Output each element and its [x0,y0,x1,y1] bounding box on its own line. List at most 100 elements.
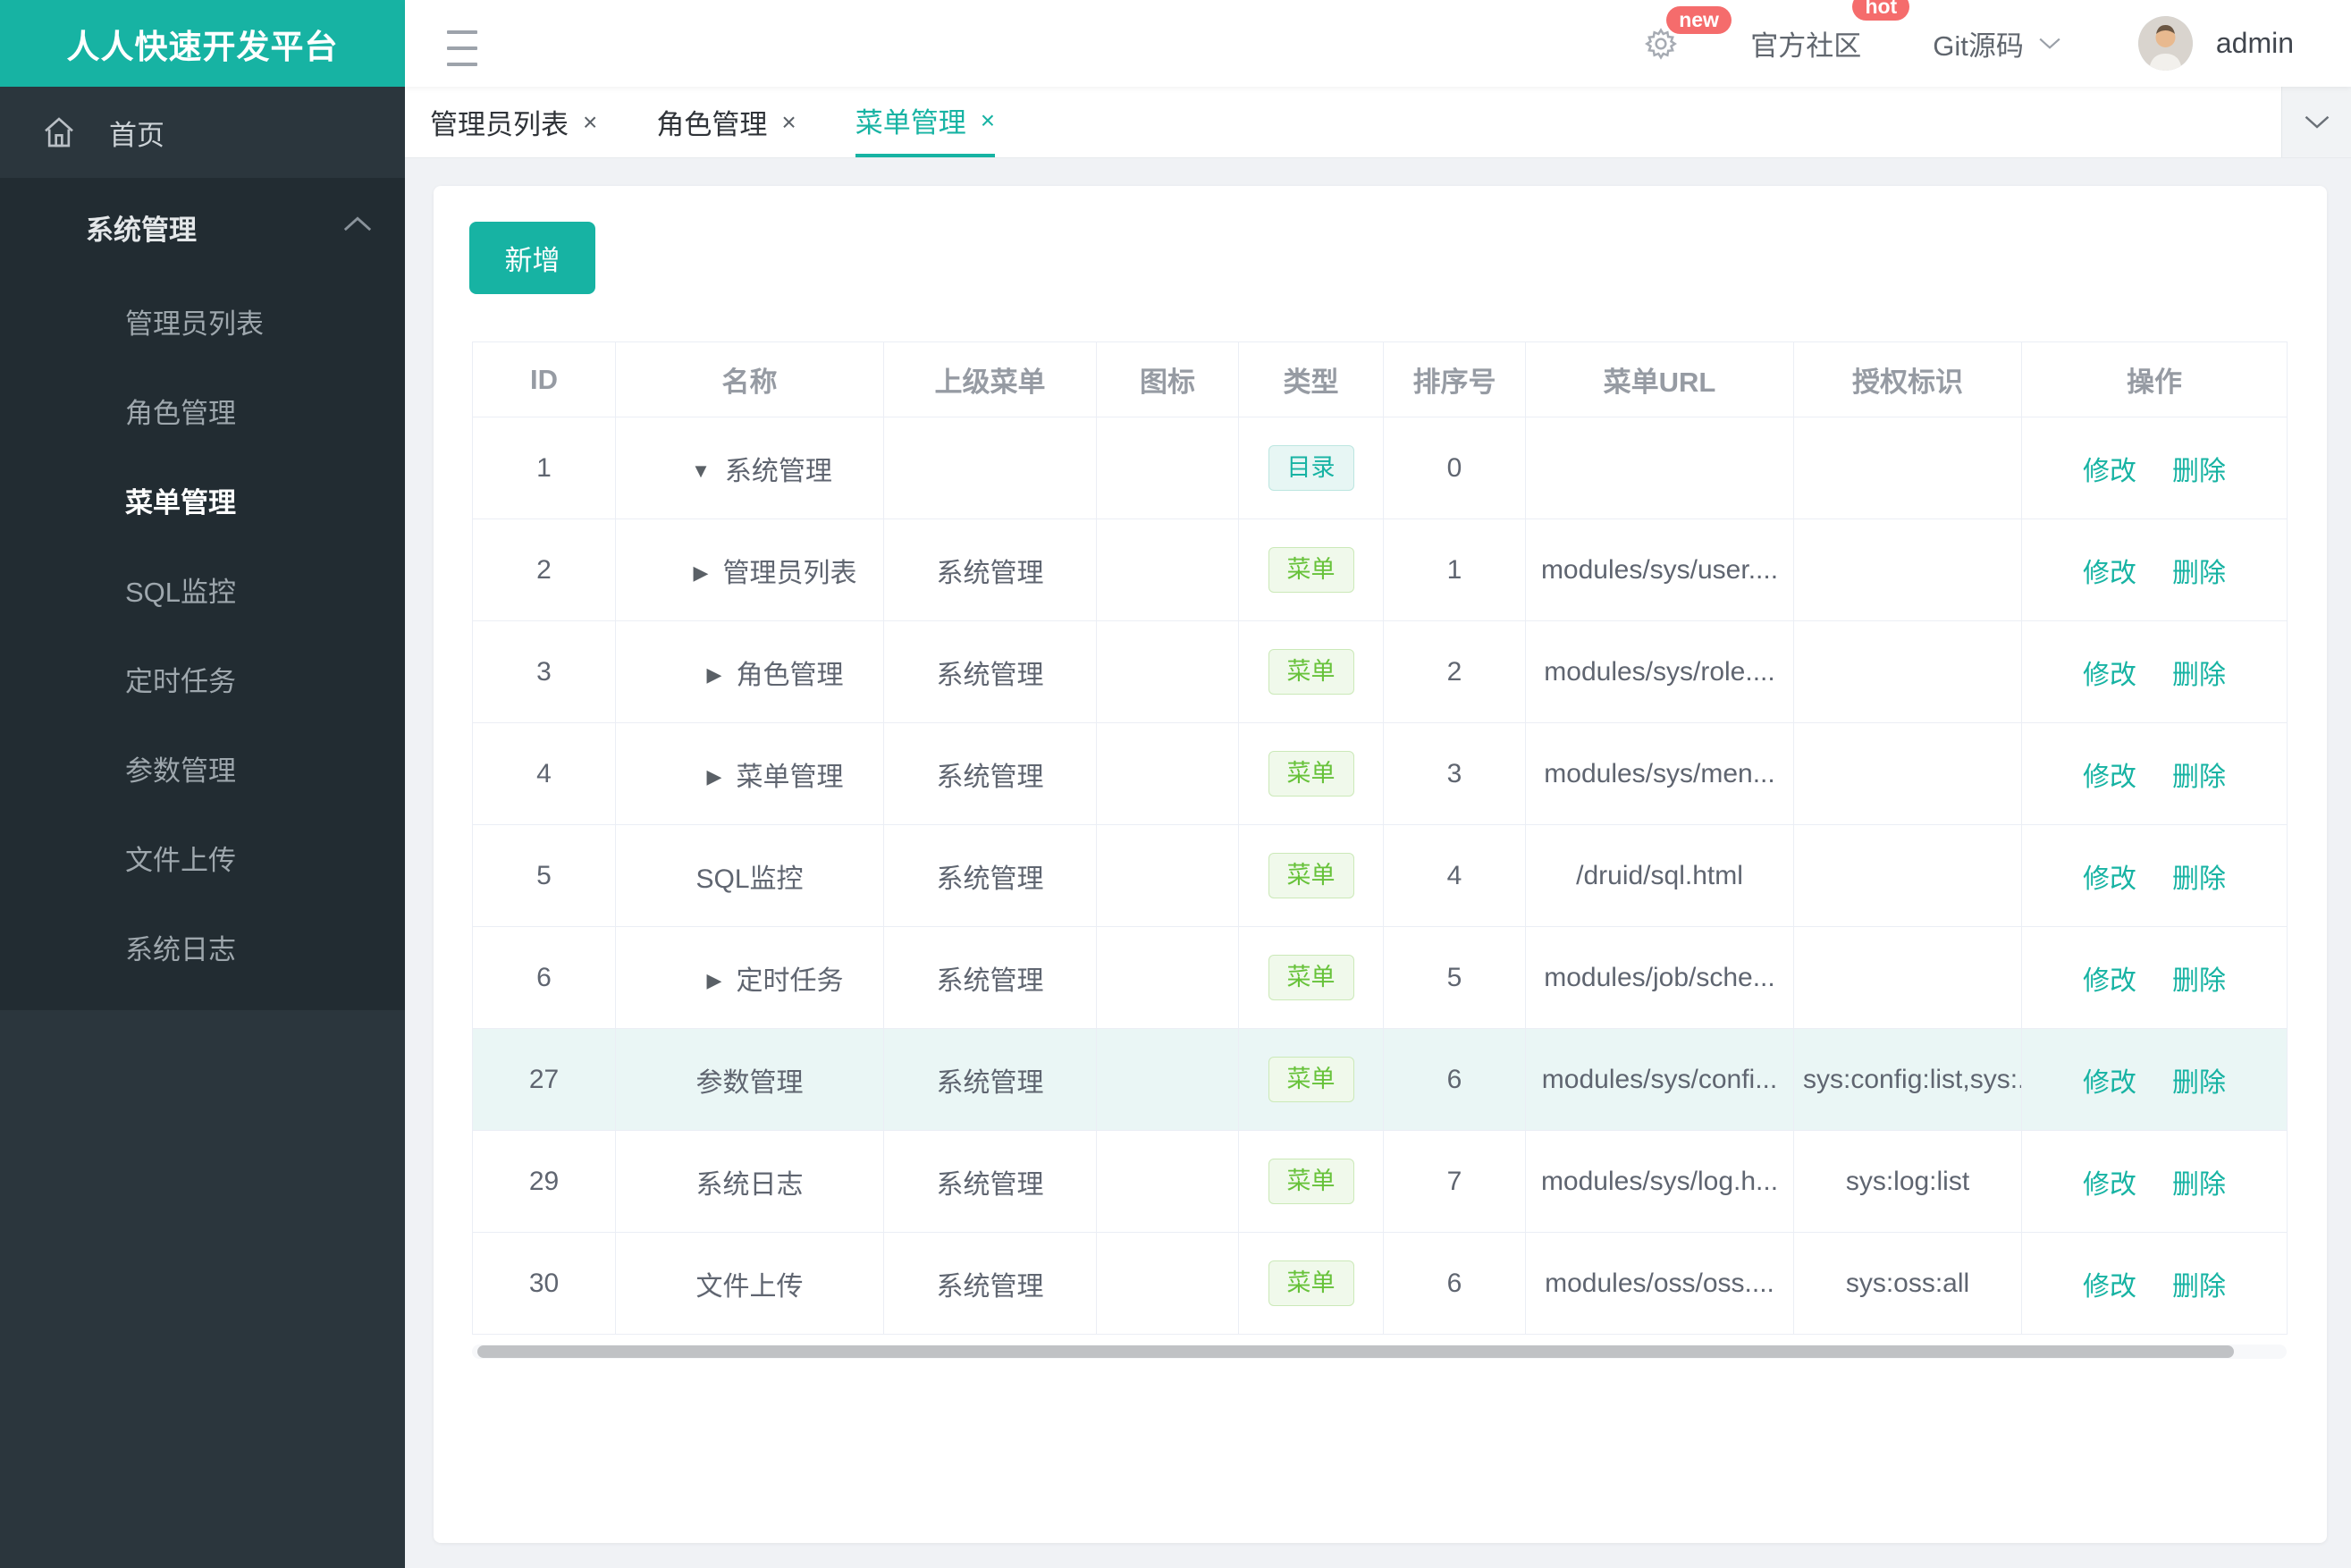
sidebar-group-header[interactable]: 系统管理 [0,178,405,276]
sidebar-item-admin-list[interactable]: 管理员列表 [0,276,405,366]
edit-link[interactable]: 修改 [2083,661,2136,690]
edit-link[interactable]: 修改 [2083,966,2136,996]
edit-link[interactable]: 修改 [2083,864,2136,894]
col-url: 菜单URL [1525,341,1794,417]
username-label[interactable]: admin [2216,27,2294,60]
cell-order: 2 [1383,620,1526,723]
cell-perms: sys:oss:all [1793,1232,2022,1335]
cell-perms: sys:config:list,sys:.. [1793,1028,2022,1131]
delete-link[interactable]: 删除 [2172,1272,2226,1302]
table-row-highlighted: 27 参数管理 系统管理 菜单 6 modules/sys/confi... s… [472,1028,2288,1131]
add-button[interactable]: 新增 [469,222,595,294]
scrollbar-thumb[interactable] [477,1345,2234,1358]
col-order: 排序号 [1383,341,1526,417]
type-tag-menu: 菜单 [1268,649,1354,695]
cell-parent: 系统管理 [883,1232,1097,1335]
type-tag-menu: 菜单 [1268,1159,1354,1204]
cell-icon [1096,926,1239,1029]
cell-icon [1096,518,1239,621]
sidebar-group-label: 系统管理 [86,214,197,246]
cell-icon [1096,722,1239,825]
sidebar-collapse-icon[interactable] [447,25,477,72]
expand-row-icon[interactable]: ▶ [707,969,722,992]
community-link[interactable]: 官方社区 hot [1750,0,1910,63]
sidebar-item-sql-monitor[interactable]: SQL监控 [0,544,405,634]
sidebar-item-label: 角色管理 [125,397,236,429]
tab-role-mgmt[interactable]: 角色管理 × [656,87,796,157]
edit-link[interactable]: 修改 [2083,559,2136,588]
sidebar-item-label: 管理员列表 [125,308,264,340]
cell-type: 菜单 [1238,722,1384,825]
cell-icon [1096,620,1239,723]
close-icon[interactable]: × [781,108,796,137]
delete-link[interactable]: 删除 [2172,559,2226,588]
tab-admin-list[interactable]: 管理员列表 × [430,87,597,157]
type-tag-menu: 菜单 [1268,853,1354,898]
col-icon: 图标 [1096,341,1239,417]
cell-parent: 系统管理 [883,926,1097,1029]
sidebar-item-param-mgmt[interactable]: 参数管理 [0,723,405,813]
hot-badge: hot [1852,0,1910,21]
cell-id: 5 [472,824,616,927]
page-content: 新增 ID 名称 上级菜单 图标 类型 排序号 菜单URL 授权标识 操作 1 … [405,157,2351,1568]
cell-order: 3 [1383,722,1526,825]
close-icon[interactable]: × [583,108,597,137]
delete-link[interactable]: 删除 [2172,1170,2226,1200]
sidebar-item-label: 定时任务 [125,665,236,697]
cell-order: 5 [1383,926,1526,1029]
edit-link[interactable]: 修改 [2083,763,2136,792]
cell-parent: 系统管理 [883,1130,1097,1233]
cell-order: 0 [1383,417,1526,519]
delete-link[interactable]: 删除 [2172,1068,2226,1098]
delete-link[interactable]: 删除 [2172,763,2226,792]
close-icon[interactable]: × [981,106,995,135]
sidebar-item-role-mgmt[interactable]: 角色管理 [0,366,405,455]
horizontal-scrollbar [472,1345,2287,1359]
collapse-row-icon[interactable]: ▼ [691,459,711,483]
sidebar-item-menu-mgmt[interactable]: 菜单管理 [0,455,405,544]
cell-id: 3 [472,620,616,723]
expand-row-icon[interactable]: ▶ [707,663,722,687]
expand-row-icon[interactable]: ▶ [707,765,722,788]
delete-link[interactable]: 删除 [2172,661,2226,690]
edit-link[interactable]: 修改 [2083,1272,2136,1302]
chevron-down-icon [2305,115,2329,129]
delete-link[interactable]: 删除 [2172,864,2226,894]
table-row: 6 ▶ 定时任务 系统管理 菜单 5 modules/job/sche... 修改… [472,926,2288,1029]
cell-perms [1793,417,2022,519]
cell-type: 菜单 [1238,1232,1384,1335]
edit-link[interactable]: 修改 [2083,1170,2136,1200]
cell-parent: 系统管理 [883,1028,1097,1131]
cell-parent: 系统管理 [883,518,1097,621]
sidebar-item-label: 参数管理 [125,754,236,787]
type-tag-menu: 菜单 [1268,1260,1354,1306]
tab-menu-mgmt[interactable]: 菜单管理 × [855,87,996,157]
tab-list: 管理员列表 × 角色管理 × 菜单管理 × [430,87,1054,157]
cell-order: 7 [1383,1130,1526,1233]
tab-overflow-button[interactable] [2281,87,2351,157]
expand-row-icon[interactable]: ▶ [694,561,709,585]
sidebar-item-label: SQL监控 [125,576,237,608]
main-area: new 官方社区 hot Git源码 admin 管理员列表 × 角色管理 × … [405,0,2351,1568]
delete-link[interactable]: 删除 [2172,966,2226,996]
cell-type: 菜单 [1238,1130,1384,1233]
table-row: 30 文件上传 系统管理 菜单 6 modules/oss/oss.... sy… [472,1232,2288,1335]
edit-link[interactable]: 修改 [2083,1068,2136,1098]
col-name: 名称 [615,341,884,417]
cell-actions: 修改 删除 [2021,1130,2288,1233]
new-badge: new [1666,5,1732,34]
sidebar-item-system-log[interactable]: 系统日志 [0,902,405,991]
settings-button[interactable]: new [1643,5,1732,62]
git-source-link[interactable]: Git源码 [1933,23,2061,63]
user-avatar[interactable] [2137,16,2193,71]
cell-url: modules/sys/men... [1525,722,1794,825]
sidebar-item-file-upload[interactable]: 文件上传 [0,813,405,902]
delete-link[interactable]: 删除 [2172,457,2226,486]
tab-label: 菜单管理 [855,107,966,139]
sidebar-item-home[interactable]: 首页 [0,87,405,178]
cell-icon [1096,1028,1239,1131]
community-label: 官方社区 [1750,30,1862,62]
edit-link[interactable]: 修改 [2083,457,2136,486]
sidebar-item-scheduled-tasks[interactable]: 定时任务 [0,634,405,723]
cell-actions: 修改 删除 [2021,518,2288,621]
